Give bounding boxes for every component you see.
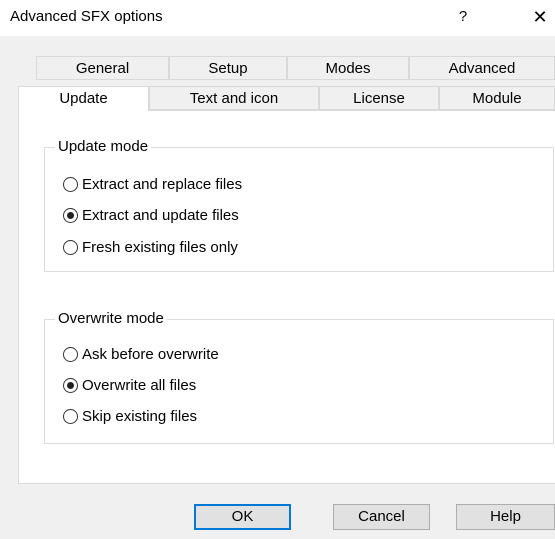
radio-fresh-existing-only[interactable]: Fresh existing files only <box>63 236 238 258</box>
radio-overwrite-all[interactable]: Overwrite all files <box>63 374 196 396</box>
radio-circle-checked <box>63 377 78 393</box>
radio-circle <box>63 346 78 362</box>
title-bar: Advanced SFX options ? ✕ <box>0 0 555 36</box>
help-button[interactable]: Help <box>456 504 555 530</box>
update-mode-group: Update mode Extract and replace files Ex… <box>44 138 554 272</box>
radio-skip-existing[interactable]: Skip existing files <box>63 405 197 427</box>
tab-general[interactable]: General <box>36 56 169 80</box>
ok-button[interactable]: OK <box>194 504 291 530</box>
radio-label: Overwrite all files <box>82 376 197 394</box>
tab-panel-update: Update mode Extract and replace files Ex… <box>18 110 555 484</box>
overwrite-mode-label: Overwrite mode <box>55 310 167 327</box>
radio-label: Fresh existing files only <box>82 238 238 256</box>
radio-label: Extract and update files <box>82 206 239 224</box>
close-icon[interactable]: ✕ <box>525 4 555 30</box>
tab-advanced[interactable]: Advanced <box>409 56 555 80</box>
update-mode-label: Update mode <box>55 138 152 155</box>
tab-update[interactable]: Update <box>18 86 149 111</box>
radio-circle-checked <box>63 207 78 223</box>
tab-module[interactable]: Module <box>439 86 555 110</box>
radio-circle <box>63 176 78 192</box>
radio-label: Ask before overwrite <box>82 345 219 363</box>
tab-modes[interactable]: Modes <box>287 56 409 80</box>
help-icon[interactable]: ? <box>448 4 478 30</box>
tab-text-and-icon[interactable]: Text and icon <box>149 86 319 110</box>
tab-license[interactable]: License <box>319 86 439 110</box>
radio-circle <box>63 408 78 424</box>
overwrite-mode-group: Overwrite mode Ask before overwrite Over… <box>44 310 554 444</box>
window-title: Advanced SFX options <box>10 8 163 25</box>
radio-label: Skip existing files <box>82 407 198 425</box>
radio-extract-and-replace[interactable]: Extract and replace files <box>63 173 242 195</box>
cancel-button[interactable]: Cancel <box>333 504 430 530</box>
radio-ask-before-overwrite[interactable]: Ask before overwrite <box>63 343 219 365</box>
radio-circle <box>63 239 78 255</box>
radio-extract-and-update[interactable]: Extract and update files <box>63 204 239 226</box>
tab-setup[interactable]: Setup <box>169 56 287 80</box>
radio-label: Extract and replace files <box>82 175 243 193</box>
